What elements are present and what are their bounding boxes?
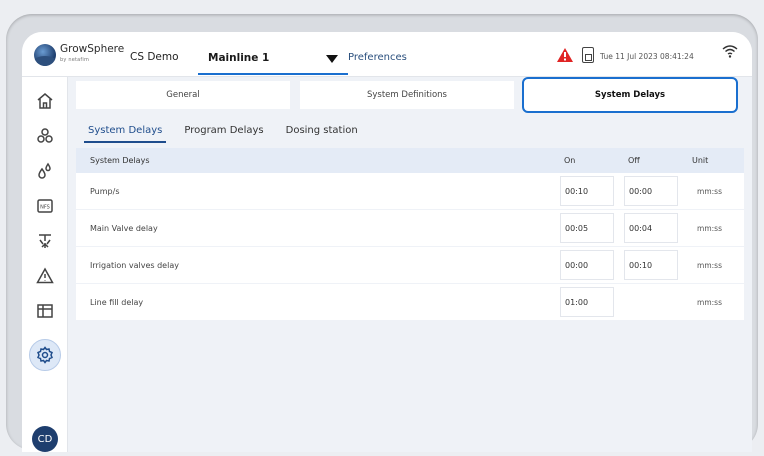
sidebar-item-settings[interactable] xyxy=(29,339,61,371)
sidebar-item-water[interactable] xyxy=(33,159,57,183)
main-content: General System Definitions System Delays… xyxy=(68,77,752,452)
plants-icon xyxy=(37,128,53,143)
home-icon xyxy=(37,93,53,109)
table-row: Pump/s 00:10 00:00 mm:ss xyxy=(76,173,744,210)
user-avatar[interactable]: CD xyxy=(32,426,58,452)
sidebar-item-home[interactable] xyxy=(33,89,57,113)
brand-name: GrowSphere xyxy=(60,43,125,55)
off-input[interactable]: 00:00 xyxy=(624,176,678,206)
settings-icon xyxy=(37,346,53,364)
subtab-dosing-station[interactable]: Dosing station xyxy=(282,125,362,143)
water-drops-icon xyxy=(38,162,51,179)
delays-table: System Delays On Off Unit Pump/s 00:10 0… xyxy=(76,148,744,321)
mainline-selector[interactable]: Mainline 1 xyxy=(198,41,348,75)
table-icon xyxy=(37,304,53,318)
growsphere-logo: GrowSphere by netafim xyxy=(34,44,124,66)
row-name: Pump/s xyxy=(90,186,120,196)
row-name: Main Valve delay xyxy=(90,223,158,233)
irrigation-icon xyxy=(39,234,51,248)
farm-name[interactable]: CS Demo xyxy=(130,51,179,63)
subtab-system-delays[interactable]: System Delays xyxy=(84,125,167,143)
off-input[interactable]: 00:10 xyxy=(624,250,678,280)
sidebar-item-irrigation[interactable] xyxy=(33,229,57,253)
brand-sub: by netafim xyxy=(60,57,90,63)
sidebar-item-nfs[interactable]: NFS xyxy=(33,194,57,218)
wifi-icon xyxy=(722,45,738,58)
on-input[interactable]: 00:10 xyxy=(560,176,614,206)
header-off: Off xyxy=(628,156,640,165)
unit-label: mm:ss xyxy=(697,260,722,270)
table-header: System Delays On Off Unit xyxy=(76,148,744,173)
sidebar-item-tables[interactable] xyxy=(33,299,57,323)
top-bar: GrowSphere by netafim CS Demo Mainline 1… xyxy=(22,32,752,77)
app-screen: GrowSphere by netafim CS Demo Mainline 1… xyxy=(22,32,752,452)
on-input[interactable]: 00:05 xyxy=(560,213,614,243)
tab-system-definitions[interactable]: System Definitions xyxy=(300,81,514,109)
nfs-icon: NFS xyxy=(37,199,53,213)
header-on: On xyxy=(564,156,576,165)
on-input[interactable]: 01:00 xyxy=(560,287,614,317)
preferences-link[interactable]: Preferences xyxy=(348,52,407,63)
tab-system-delays[interactable]: System Delays xyxy=(522,77,738,113)
chevron-down-icon xyxy=(326,55,338,63)
tab-general[interactable]: General xyxy=(76,81,290,109)
sim-card-icon xyxy=(582,47,594,63)
table-row: Line fill delay 01:00 mm:ss xyxy=(76,284,744,321)
device-frame: GrowSphere by netafim CS Demo Mainline 1… xyxy=(6,14,758,452)
unit-label: mm:ss xyxy=(697,297,722,307)
unit-label: mm:ss xyxy=(697,186,722,196)
sub-tabs: System Delays Program Delays Dosing stat… xyxy=(84,125,362,143)
globe-logo-icon xyxy=(34,44,56,66)
off-input[interactable]: 00:04 xyxy=(624,213,678,243)
settings-tabs: General System Definitions System Delays xyxy=(76,77,744,113)
svg-text:NFS: NFS xyxy=(40,205,50,211)
on-input[interactable]: 00:00 xyxy=(560,250,614,280)
row-name: Irrigation valves delay xyxy=(90,260,179,270)
sidebar-item-plants[interactable] xyxy=(33,124,57,148)
header-name: System Delays xyxy=(90,156,150,165)
table-row: Main Valve delay 00:05 00:04 mm:ss xyxy=(76,210,744,247)
sidebar: NFS CD xyxy=(22,77,68,452)
date-time: Tue 11 Jul 2023 08:41:24 xyxy=(600,52,694,61)
unit-label: mm:ss xyxy=(697,223,722,233)
warning-icon xyxy=(36,267,54,284)
subtab-program-delays[interactable]: Program Delays xyxy=(180,125,267,143)
table-row: Irrigation valves delay 00:00 00:10 mm:s… xyxy=(76,247,744,284)
row-name: Line fill delay xyxy=(90,297,144,307)
alert-icon[interactable] xyxy=(556,47,574,63)
sidebar-item-alarms[interactable] xyxy=(33,264,57,288)
mainline-label: Mainline 1 xyxy=(208,52,270,64)
header-unit: Unit xyxy=(692,156,709,165)
